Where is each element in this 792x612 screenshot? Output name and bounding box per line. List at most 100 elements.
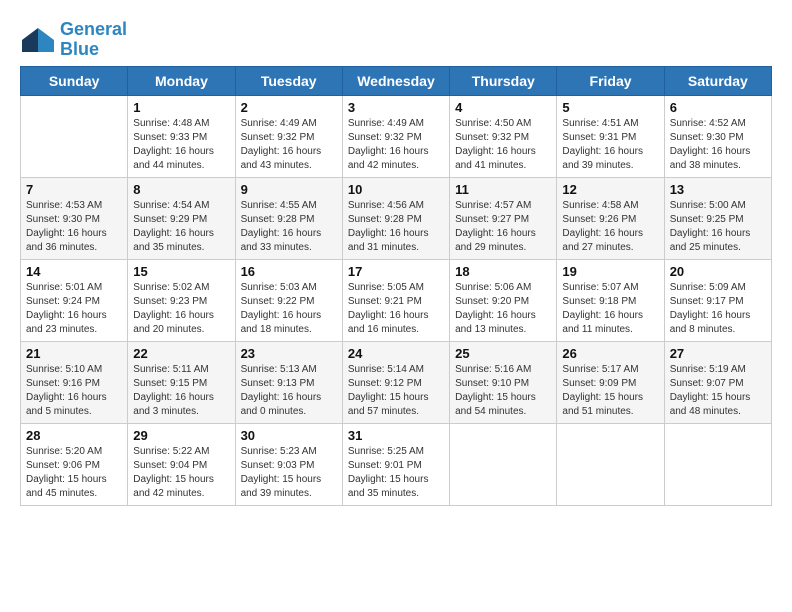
- calendar-cell: 19Sunrise: 5:07 AM Sunset: 9:18 PM Dayli…: [557, 259, 664, 341]
- calendar-table: SundayMondayTuesdayWednesdayThursdayFrid…: [20, 66, 772, 506]
- day-number: 2: [241, 100, 337, 115]
- day-number: 7: [26, 182, 122, 197]
- calendar-cell: 21 Sunrise: 5:10 AM Sunset: 9:16 PM Dayli…: [21, 341, 128, 423]
- day-number: 28: [26, 428, 122, 443]
- calendar-cell: 16 Sunrise: 5:03 AM Sunset: 9:22 PM Dayli…: [235, 259, 342, 341]
- calendar-cell: 23Sunrise: 5:13 AM Sunset: 9:13 PM Dayli…: [235, 341, 342, 423]
- day-header-friday: Friday: [557, 66, 664, 95]
- day-number: 10: [348, 182, 444, 197]
- calendar-cell: 24 Sunrise: 5:14 AM Sunset: 9:12 PM Dayli…: [342, 341, 449, 423]
- calendar-cell: 22 Sunrise: 5:11 AM Sunset: 9:15 PM Dayli…: [128, 341, 235, 423]
- day-number: 9: [241, 182, 337, 197]
- logo-text-blue: Blue: [60, 40, 127, 60]
- week-row-4: 21 Sunrise: 5:10 AM Sunset: 9:16 PM Dayli…: [21, 341, 772, 423]
- day-number: 25: [455, 346, 551, 361]
- day-info: Sunrise: 5:13 AM Sunset: 9:13 PM Dayligh…: [241, 363, 337, 419]
- day-number: 5: [562, 100, 658, 115]
- day-info: Sunrise: 4:56 AM Sunset: 9:28 PM Dayligh…: [348, 199, 444, 255]
- day-number: 22: [133, 346, 229, 361]
- day-info: Sunrise: 5:01 AM Sunset: 9:24 PM Dayligh…: [26, 281, 122, 337]
- day-info: Sunrise: 4:58 AM Sunset: 9:26 PM Dayligh…: [562, 199, 658, 255]
- day-info: Sunrise: 4:49 AM Sunset: 9:32 PM Dayligh…: [241, 117, 337, 173]
- day-number: 21: [26, 346, 122, 361]
- day-number: 15: [133, 264, 229, 279]
- day-info: Sunrise: 5:19 AM Sunset: 9:07 PM Dayligh…: [670, 363, 766, 419]
- calendar-cell: 26 Sunrise: 5:17 AM Sunset: 9:09 PM Dayli…: [557, 341, 664, 423]
- day-info: Sunrise: 5:16 AM Sunset: 9:10 PM Dayligh…: [455, 363, 551, 419]
- day-info: Sunrise: 5:17 AM Sunset: 9:09 PM Dayligh…: [562, 363, 658, 419]
- day-number: 1: [133, 100, 229, 115]
- calendar-cell: 8 Sunrise: 4:54 AM Sunset: 9:29 PM Daylig…: [128, 177, 235, 259]
- day-number: 17: [348, 264, 444, 279]
- day-info: Sunrise: 5:23 AM Sunset: 9:03 PM Dayligh…: [241, 445, 337, 501]
- day-header-monday: Monday: [128, 66, 235, 95]
- calendar-body: 1Sunrise: 4:48 AM Sunset: 9:33 PM Daylig…: [21, 95, 772, 505]
- calendar-cell: 5 Sunrise: 4:51 AM Sunset: 9:31 PM Daylig…: [557, 95, 664, 177]
- calendar-cell: 2 Sunrise: 4:49 AM Sunset: 9:32 PM Daylig…: [235, 95, 342, 177]
- day-number: 27: [670, 346, 766, 361]
- calendar-cell: 20Sunrise: 5:09 AM Sunset: 9:17 PM Dayli…: [664, 259, 771, 341]
- calendar-cell: 25 Sunrise: 5:16 AM Sunset: 9:10 PM Dayli…: [450, 341, 557, 423]
- calendar-cell: [450, 423, 557, 505]
- calendar-cell: 30 Sunrise: 5:23 AM Sunset: 9:03 PM Dayli…: [235, 423, 342, 505]
- calendar-cell: 1Sunrise: 4:48 AM Sunset: 9:33 PM Daylig…: [128, 95, 235, 177]
- calendar-cell: 10 Sunrise: 4:56 AM Sunset: 9:28 PM Dayli…: [342, 177, 449, 259]
- day-number: 24: [348, 346, 444, 361]
- calendar-cell: [664, 423, 771, 505]
- week-row-3: 14 Sunrise: 5:01 AM Sunset: 9:24 PM Dayli…: [21, 259, 772, 341]
- calendar-cell: 29 Sunrise: 5:22 AM Sunset: 9:04 PM Dayli…: [128, 423, 235, 505]
- day-number: 16: [241, 264, 337, 279]
- day-number: 26: [562, 346, 658, 361]
- day-info: Sunrise: 5:00 AM Sunset: 9:25 PM Dayligh…: [670, 199, 766, 255]
- day-info: Sunrise: 5:25 AM Sunset: 9:01 PM Dayligh…: [348, 445, 444, 501]
- day-number: 30: [241, 428, 337, 443]
- calendar-cell: 4Sunrise: 4:50 AM Sunset: 9:32 PM Daylig…: [450, 95, 557, 177]
- calendar-cell: 3Sunrise: 4:49 AM Sunset: 9:32 PM Daylig…: [342, 95, 449, 177]
- day-number: 31: [348, 428, 444, 443]
- day-number: 18: [455, 264, 551, 279]
- calendar-cell: 18 Sunrise: 5:06 AM Sunset: 9:20 PM Dayli…: [450, 259, 557, 341]
- logo-icon: [20, 26, 56, 54]
- day-info: Sunrise: 4:55 AM Sunset: 9:28 PM Dayligh…: [241, 199, 337, 255]
- calendar-cell: 12 Sunrise: 4:58 AM Sunset: 9:26 PM Dayli…: [557, 177, 664, 259]
- day-info: Sunrise: 5:11 AM Sunset: 9:15 PM Dayligh…: [133, 363, 229, 419]
- day-info: Sunrise: 5:05 AM Sunset: 9:21 PM Dayligh…: [348, 281, 444, 337]
- calendar-cell: [21, 95, 128, 177]
- day-info: Sunrise: 5:20 AM Sunset: 9:06 PM Dayligh…: [26, 445, 122, 501]
- calendar-cell: 9 Sunrise: 4:55 AM Sunset: 9:28 PM Daylig…: [235, 177, 342, 259]
- day-number: 4: [455, 100, 551, 115]
- day-info: Sunrise: 4:52 AM Sunset: 9:30 PM Dayligh…: [670, 117, 766, 173]
- calendar-cell: 14 Sunrise: 5:01 AM Sunset: 9:24 PM Dayli…: [21, 259, 128, 341]
- calendar-cell: 15Sunrise: 5:02 AM Sunset: 9:23 PM Dayli…: [128, 259, 235, 341]
- week-row-5: 28 Sunrise: 5:20 AM Sunset: 9:06 PM Dayli…: [21, 423, 772, 505]
- day-number: 14: [26, 264, 122, 279]
- day-info: Sunrise: 5:22 AM Sunset: 9:04 PM Dayligh…: [133, 445, 229, 501]
- header: General Blue: [20, 20, 772, 60]
- calendar-cell: 11 Sunrise: 4:57 AM Sunset: 9:27 PM Dayli…: [450, 177, 557, 259]
- day-info: Sunrise: 4:54 AM Sunset: 9:29 PM Dayligh…: [133, 199, 229, 255]
- day-number: 12: [562, 182, 658, 197]
- day-header-wednesday: Wednesday: [342, 66, 449, 95]
- day-number: 29: [133, 428, 229, 443]
- calendar-cell: 27 Sunrise: 5:19 AM Sunset: 9:07 PM Dayli…: [664, 341, 771, 423]
- calendar-cell: 17 Sunrise: 5:05 AM Sunset: 9:21 PM Dayli…: [342, 259, 449, 341]
- day-info: Sunrise: 5:03 AM Sunset: 9:22 PM Dayligh…: [241, 281, 337, 337]
- day-number: 11: [455, 182, 551, 197]
- day-info: Sunrise: 5:14 AM Sunset: 9:12 PM Dayligh…: [348, 363, 444, 419]
- day-info: Sunrise: 4:51 AM Sunset: 9:31 PM Dayligh…: [562, 117, 658, 173]
- day-info: Sunrise: 4:49 AM Sunset: 9:32 PM Dayligh…: [348, 117, 444, 173]
- calendar-cell: 13 Sunrise: 5:00 AM Sunset: 9:25 PM Dayli…: [664, 177, 771, 259]
- day-number: 8: [133, 182, 229, 197]
- day-number: 13: [670, 182, 766, 197]
- calendar-cell: 28 Sunrise: 5:20 AM Sunset: 9:06 PM Dayli…: [21, 423, 128, 505]
- logo-text: General: [60, 20, 127, 40]
- calendar-cell: 6Sunrise: 4:52 AM Sunset: 9:30 PM Daylig…: [664, 95, 771, 177]
- day-info: Sunrise: 5:06 AM Sunset: 9:20 PM Dayligh…: [455, 281, 551, 337]
- calendar-cell: 31 Sunrise: 5:25 AM Sunset: 9:01 PM Dayli…: [342, 423, 449, 505]
- day-info: Sunrise: 5:10 AM Sunset: 9:16 PM Dayligh…: [26, 363, 122, 419]
- calendar-cell: [557, 423, 664, 505]
- day-info: Sunrise: 4:53 AM Sunset: 9:30 PM Dayligh…: [26, 199, 122, 255]
- week-row-1: 1Sunrise: 4:48 AM Sunset: 9:33 PM Daylig…: [21, 95, 772, 177]
- header-row: SundayMondayTuesdayWednesdayThursdayFrid…: [21, 66, 772, 95]
- day-info: Sunrise: 4:57 AM Sunset: 9:27 PM Dayligh…: [455, 199, 551, 255]
